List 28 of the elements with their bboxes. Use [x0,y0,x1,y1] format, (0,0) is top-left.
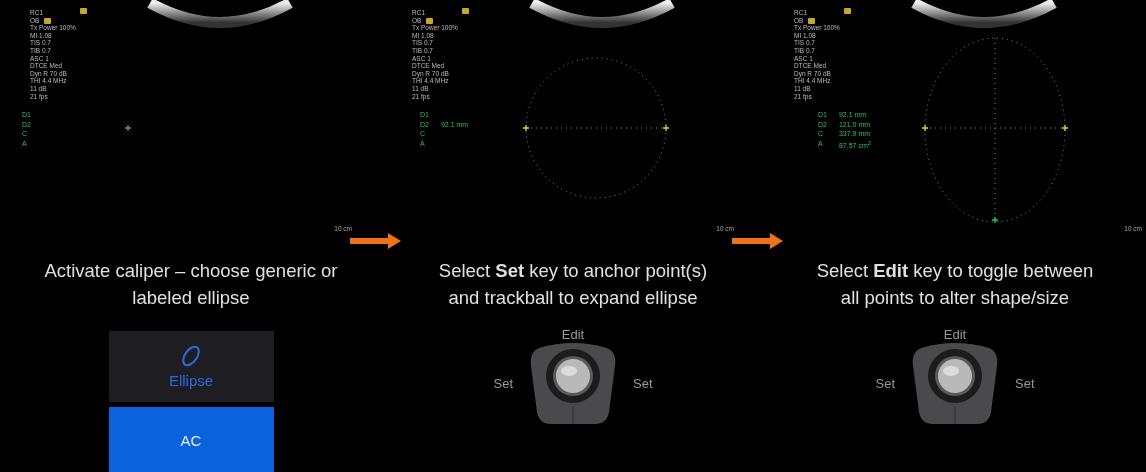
folder-icon [44,18,51,24]
caption-line: all points to alter shape/size [840,286,1070,310]
caliper-cursor-icon [124,124,132,132]
caliper-point-icon [921,124,929,132]
caption-line: labeled ellipse [132,286,250,310]
caliper-point-icon [662,124,670,132]
marker-icon [462,8,469,14]
key-label: Set [633,375,653,391]
caption-line: and trackball to expand ellipse [448,286,698,310]
caliper-point-icon [1061,124,1069,132]
key-label: Set [875,375,895,391]
caliper-point-icon [522,124,530,132]
marker-icon [844,8,851,14]
key-label: Set [1015,375,1035,391]
key-label: Set [493,375,513,391]
ellipse-icon [180,344,202,368]
marker-icon [80,8,87,14]
key-label: Edit [560,327,586,342]
ellipse-button[interactable]: Ellipse [108,331,274,402]
caption-line: Select Edit key to toggle between [816,259,1094,283]
caption-line: Activate caliper – choose generic or [44,259,338,283]
key-label: Edit [942,327,968,342]
folder-icon [808,18,815,24]
arrow-icon [732,233,784,249]
arrow-icon [350,233,402,249]
caption-line: Select Set key to anchor point(s) [438,259,708,283]
folder-icon [426,18,433,24]
measurement-button[interactable]: AC [108,407,274,472]
